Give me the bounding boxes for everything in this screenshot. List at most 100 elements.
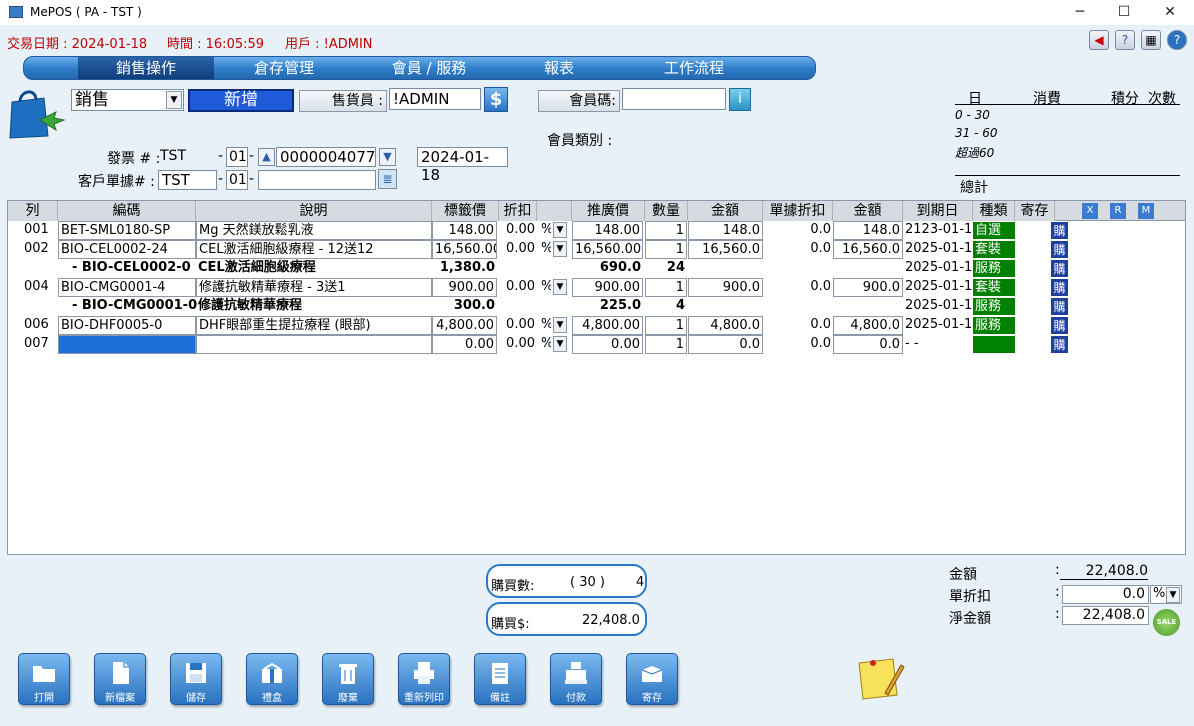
item-description-field[interactable]: 修護抗敏精華療程 - 3送1 [196, 278, 432, 297]
tag-price-field[interactable]: 16,560.00 [432, 240, 497, 259]
invoice-branch-field[interactable]: 01 [226, 147, 248, 167]
line-amount-field[interactable]: 900.0 [833, 278, 903, 297]
amount-field[interactable]: 0.0 [688, 335, 763, 354]
table-row[interactable]: 002 BIO-CEL0002-24 CEL激活細胞級療程 - 12送12 16,56… [8, 240, 1185, 259]
menu-button[interactable]: M [1138, 203, 1154, 219]
action-button[interactable]: 新檔案 [94, 653, 146, 705]
invoice-date-field[interactable]: 2024-01-18 [417, 147, 508, 184]
buy-button[interactable]: 購 [1051, 279, 1068, 296]
quantity-field[interactable]: 1 [645, 335, 687, 354]
tag-price-field[interactable]: 900.00 [432, 278, 497, 297]
item-code-field[interactable]: BIO-DHF0005-0 [58, 316, 196, 335]
buy-button[interactable]: 購 [1051, 260, 1068, 277]
item-code-field[interactable]: BET-SML0180-SP [58, 221, 196, 240]
line-amount-field[interactable]: 0.0 [833, 335, 903, 354]
customer-branch-field[interactable]: 01 [226, 170, 248, 190]
customer-prefix-field[interactable]: TST [158, 170, 217, 190]
tag-price-field[interactable]: 148.00 [432, 221, 497, 240]
quantity-field[interactable]: 1 [645, 221, 687, 240]
tag-price-field[interactable]: 4,800.00 [432, 316, 497, 335]
amount-field[interactable]: 900.0 [688, 278, 763, 297]
customer-doc-field[interactable] [258, 170, 376, 190]
action-button-label: 禮盒 [262, 693, 282, 704]
action-button[interactable]: 備註 [474, 653, 526, 705]
mode-select[interactable]: 銷售 ▼ [71, 89, 184, 111]
tag-price-field[interactable]: 0.00 [432, 335, 497, 354]
notepad-icon[interactable]: ≣ [378, 169, 397, 189]
buy-button[interactable]: 購 [1051, 317, 1068, 334]
buy-button[interactable]: 購 [1051, 241, 1068, 258]
tab-inventory[interactable]: 倉存管理 [214, 57, 354, 79]
export-excel-button[interactable]: X [1082, 203, 1098, 219]
item-description-field[interactable] [196, 335, 432, 354]
promo-price-field[interactable]: 16,560.00 [572, 240, 643, 259]
speaker-icon[interactable]: ◀ [1089, 30, 1109, 50]
promo-price-field[interactable]: 148.00 [572, 221, 643, 240]
bill-discount-field[interactable]: 0.0 [1062, 585, 1149, 604]
salesperson-field[interactable]: !ADMIN [389, 88, 481, 110]
action-button[interactable]: 寄存 [626, 653, 678, 705]
maximize-button[interactable]: ☐ [1104, 2, 1144, 24]
table-row[interactable]: 0070.000.00%0.0010.00.00.0- -▼購 [8, 335, 1185, 354]
quantity-field[interactable]: 1 [645, 278, 687, 297]
buy-button[interactable]: 購 [1051, 222, 1068, 239]
dollar-icon[interactable]: $ [484, 87, 508, 112]
chevron-down-icon[interactable]: ▼ [553, 336, 567, 352]
amount-field[interactable]: 4,800.0 [688, 316, 763, 335]
quantity-field[interactable]: 1 [645, 316, 687, 335]
close-button[interactable]: ✕ [1150, 2, 1190, 24]
item-code-field[interactable]: BIO-CEL0002-24 [58, 240, 196, 259]
sale-badge-icon[interactable]: SALE [1153, 609, 1180, 636]
buy-button[interactable]: 購 [1051, 336, 1068, 353]
table-row[interactable]: - BIO-CMG0001-0 修護抗敏精華療程 300.0 225.0 4 2025-0… [8, 297, 1185, 316]
member-info-icon[interactable]: i [729, 88, 751, 111]
table-row[interactable]: - BIO-CEL0002-0 CEL激活細胞級療程 1,380.0 690.0 24 2… [8, 259, 1185, 278]
item-code-field[interactable]: BIO-CMG0001-4 [58, 278, 196, 297]
promo-price-field[interactable]: 4,800.00 [572, 316, 643, 335]
item-description-field[interactable]: CEL激活細胞級療程 - 12送12 [196, 240, 432, 259]
action-button[interactable]: 打開 [18, 653, 70, 705]
line-amount-field[interactable]: 148.0 [833, 221, 903, 240]
chevron-down-icon[interactable]: ▼ [166, 91, 182, 109]
new-transaction-button[interactable]: 新增 [188, 89, 294, 112]
member-code-field[interactable] [622, 88, 726, 110]
action-button[interactable]: 重新列印 [398, 653, 450, 705]
chevron-down-icon[interactable]: ▼ [553, 222, 567, 238]
refresh-button[interactable]: R [1110, 203, 1126, 219]
table-row[interactable]: 001BET-SML0180-SPMg 天然鎂放鬆乳液148.000.00%14… [8, 221, 1185, 240]
action-button[interactable]: 儲存 [170, 653, 222, 705]
action-button[interactable]: 付款 [550, 653, 602, 705]
memo-note-icon[interactable] [855, 655, 905, 701]
action-button[interactable]: 禮盒 [246, 653, 298, 705]
line-amount-field[interactable]: 4,800.0 [833, 316, 903, 335]
item-description-field[interactable]: Mg 天然鎂放鬆乳液 [196, 221, 432, 240]
arrow-down-icon[interactable]: ▼ [379, 148, 396, 166]
tab-reports[interactable]: 報表 [504, 57, 614, 79]
tab-workflow[interactable]: 工作流程 [614, 57, 774, 79]
minimize-button[interactable]: ─ [1060, 2, 1100, 24]
discount-unit-select[interactable]: % ▼ [1150, 585, 1182, 604]
tab-members-services[interactable]: 會員 / 服務 [354, 57, 504, 79]
promo-price-field[interactable]: 0.00 [572, 335, 643, 354]
chevron-down-icon[interactable]: ▼ [553, 241, 567, 257]
item-description-field[interactable]: DHF眼部重生提拉療程 (眼部) [196, 316, 432, 335]
amount-field[interactable]: 16,560.0 [688, 240, 763, 259]
table-row[interactable]: 004 BIO-CMG0001-4 修護抗敏精華療程 - 3送1 900.00 0.00… [8, 278, 1185, 297]
action-button[interactable]: 廢棄 [322, 653, 374, 705]
item-code-field[interactable] [58, 335, 196, 354]
chevron-down-icon[interactable]: ▼ [553, 317, 567, 333]
tab-sales[interactable]: 銷售操作 [78, 57, 214, 79]
chevron-down-icon[interactable]: ▼ [553, 279, 567, 295]
chevron-down-icon[interactable]: ▼ [1166, 587, 1180, 603]
invoice-number-field[interactable]: 0000004077 [276, 147, 376, 167]
buy-button[interactable]: 購 [1051, 298, 1068, 315]
quantity-field[interactable]: 1 [645, 240, 687, 259]
video-icon[interactable]: ▦ [1141, 30, 1161, 50]
table-row[interactable]: 006 BIO-DHF0005-0 DHF眼部重生提拉療程 (眼部) 4,800.00… [8, 316, 1185, 335]
promo-price-field[interactable]: 900.00 [572, 278, 643, 297]
help-icon[interactable]: ? [1167, 30, 1187, 50]
arrow-up-icon[interactable]: ▲ [258, 148, 275, 166]
amount-field[interactable]: 148.0 [688, 221, 763, 240]
line-amount-field[interactable]: 16,560.0 [833, 240, 903, 259]
help-book-icon[interactable]: ? [1115, 30, 1135, 50]
